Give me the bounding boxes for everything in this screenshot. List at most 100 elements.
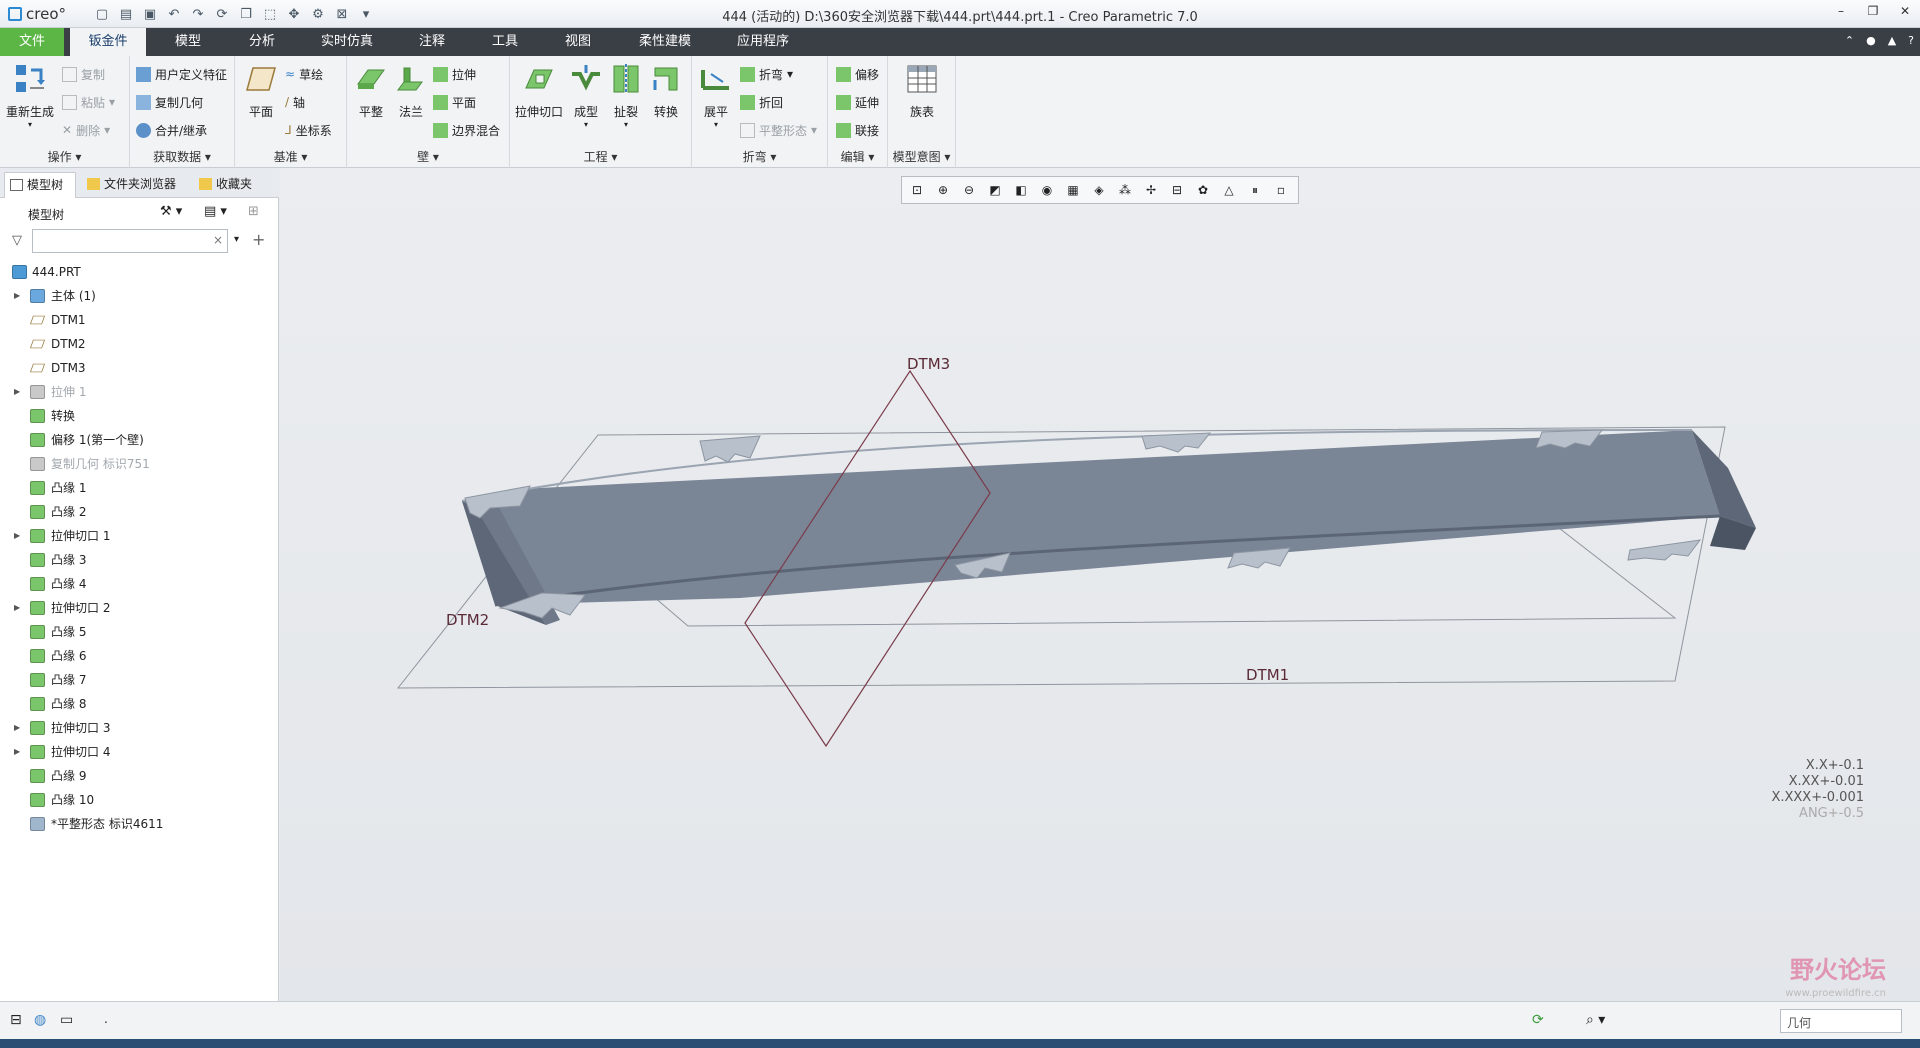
tree-node[interactable]: ▶ 拉伸切口 2 bbox=[0, 596, 279, 620]
tree-node[interactable]: ▶ 主体 (1) bbox=[0, 284, 279, 308]
bend-button[interactable]: 折弯 ▾ bbox=[740, 64, 793, 84]
tab-favorites[interactable]: 收藏夹 bbox=[194, 172, 264, 198]
clear-search-icon[interactable]: × bbox=[213, 233, 223, 247]
flat-wall-button[interactable]: 平整 bbox=[349, 62, 393, 120]
group-label-edit[interactable]: 编辑 ▾ bbox=[828, 148, 887, 165]
close-window-icon[interactable]: ⊠ bbox=[332, 4, 352, 24]
regenerate-icon[interactable]: ⟳ bbox=[212, 4, 232, 24]
extrude-wall-button[interactable]: 拉伸 bbox=[433, 64, 476, 84]
help-icon[interactable]: ? bbox=[1908, 34, 1914, 47]
close-button[interactable]: ✕ bbox=[1896, 4, 1914, 18]
tree-node[interactable]: 444.PRT bbox=[0, 260, 279, 284]
merge-inherit-button[interactable]: 合并/继承 bbox=[136, 120, 207, 140]
expand-arrow-icon[interactable]: ▶ bbox=[14, 716, 20, 740]
tree-node[interactable]: 凸缘 2 bbox=[0, 500, 279, 524]
tree-node[interactable]: ▶ 拉伸切口 1 bbox=[0, 524, 279, 548]
new-file-icon[interactable]: ▢ bbox=[92, 4, 112, 24]
offset-button[interactable]: 偏移 bbox=[836, 64, 879, 84]
sheetmetal-part-top[interactable] bbox=[462, 430, 1720, 605]
dtm2-label[interactable]: DTM2 bbox=[446, 611, 489, 629]
tab-annotate[interactable]: 注释 bbox=[400, 28, 464, 56]
extrude-cut-button[interactable]: 拉伸切口 bbox=[514, 62, 564, 120]
tree-search-input[interactable]: × bbox=[32, 229, 228, 253]
axis-button[interactable]: ∕ 轴 bbox=[285, 92, 305, 112]
tree-node[interactable]: ▶ 拉伸 1 bbox=[0, 380, 279, 404]
tree-node[interactable]: 凸缘 8 bbox=[0, 692, 279, 716]
group-label-engineering[interactable]: 工程 ▾ bbox=[510, 148, 691, 165]
tree-show-icon[interactable]: ▤ ▾ bbox=[204, 204, 227, 219]
tab-model-tree[interactable]: 模型树 bbox=[4, 172, 76, 198]
expand-arrow-icon[interactable]: ▶ bbox=[14, 284, 20, 308]
join-button[interactable]: 联接 bbox=[836, 120, 879, 140]
tab-folder-browser[interactable]: 文件夹浏览器 bbox=[82, 172, 186, 198]
bend-back-button[interactable]: 折回 bbox=[740, 92, 783, 112]
form-button[interactable]: 成型 ▾ bbox=[566, 62, 606, 129]
flat-state-button[interactable]: 平整形态 ▾ bbox=[740, 120, 817, 140]
tab-analysis[interactable]: 分析 bbox=[230, 28, 294, 56]
copy-button[interactable]: 复制 bbox=[62, 64, 105, 84]
save-icon[interactable]: ▣ bbox=[140, 4, 160, 24]
tree-node[interactable]: DTM1 bbox=[0, 308, 279, 332]
browser-icon[interactable]: ◍ bbox=[34, 1012, 46, 1030]
tree-node[interactable]: DTM2 bbox=[0, 332, 279, 356]
group-label-wall[interactable]: 壁 ▾ bbox=[347, 148, 509, 165]
tree-node[interactable]: 凸缘 5 bbox=[0, 620, 279, 644]
unbend-button[interactable]: 展平 ▾ bbox=[694, 62, 738, 129]
collapse-ribbon-icon[interactable]: ⌃ bbox=[1845, 34, 1854, 47]
datum-plane-button[interactable]: 平面 bbox=[239, 62, 283, 120]
tree-node[interactable]: 凸缘 7 bbox=[0, 668, 279, 692]
tree-node[interactable]: 凸缘 3 bbox=[0, 548, 279, 572]
delete-button[interactable]: ✕ 删除 ▾ bbox=[62, 120, 110, 140]
convert-button[interactable]: 转换 bbox=[646, 62, 686, 120]
user-icon[interactable]: ● bbox=[1866, 34, 1876, 47]
maximize-button[interactable]: ❐ bbox=[1864, 4, 1882, 18]
selection-filter-select[interactable]: 几何 bbox=[1780, 1009, 1902, 1033]
open-file-icon[interactable]: ▤ bbox=[116, 4, 136, 24]
tree-settings-icon[interactable]: ⚒ ▾ bbox=[160, 204, 182, 219]
dtm1-label[interactable]: DTM1 bbox=[1246, 666, 1289, 684]
dtm3-label[interactable]: DTM3 bbox=[907, 355, 950, 373]
model-viewport[interactable]: DTM3 DTM2 DTM1 bbox=[280, 168, 1920, 1001]
move-icon[interactable]: ✥ bbox=[284, 4, 304, 24]
tree-node[interactable]: DTM3 bbox=[0, 356, 279, 380]
tab-model[interactable]: 模型 bbox=[156, 28, 220, 56]
tree-node[interactable]: 凸缘 9 bbox=[0, 764, 279, 788]
copy-geometry-button[interactable]: 复制几何 bbox=[136, 92, 203, 112]
expand-arrow-icon[interactable]: ▶ bbox=[14, 524, 20, 548]
planar-wall-button[interactable]: 平面 bbox=[433, 92, 476, 112]
tree-node[interactable]: 凸缘 6 bbox=[0, 644, 279, 668]
expand-arrow-icon[interactable]: ▶ bbox=[14, 596, 20, 620]
rip-button[interactable]: 扯裂 ▾ bbox=[606, 62, 646, 129]
group-label-bend[interactable]: 折弯 ▾ bbox=[692, 148, 827, 165]
extend-button[interactable]: 延伸 bbox=[836, 92, 879, 112]
tab-file[interactable]: 文件 bbox=[0, 28, 64, 56]
group-label-operations[interactable]: 操作 ▾ bbox=[0, 148, 129, 165]
tab-view[interactable]: 视图 bbox=[546, 28, 610, 56]
sketch-button[interactable]: ≈ 草绘 bbox=[285, 64, 323, 84]
expand-arrow-icon[interactable]: ▶ bbox=[14, 740, 20, 764]
family-table-button[interactable]: 族表 bbox=[900, 62, 944, 120]
customize-toolbar-icon[interactable]: ▾ bbox=[356, 4, 376, 24]
fullscreen-icon[interactable]: ▭ bbox=[60, 1012, 73, 1030]
group-label-datum[interactable]: 基准 ▾ bbox=[235, 148, 346, 165]
paste-button[interactable]: 粘贴 ▾ bbox=[62, 92, 115, 112]
minimize-button[interactable]: – bbox=[1832, 4, 1850, 18]
tree-node[interactable]: 复制几何 标识751 bbox=[0, 452, 279, 476]
redo-icon[interactable]: ↷ bbox=[188, 4, 208, 24]
tab-sheetmetal[interactable]: 钣金件 bbox=[70, 28, 146, 56]
tree-node[interactable]: 凸缘 10 bbox=[0, 788, 279, 812]
tree-node[interactable]: 凸缘 4 bbox=[0, 572, 279, 596]
tree-node[interactable]: 凸缘 1 bbox=[0, 476, 279, 500]
add-filter-icon[interactable]: + bbox=[252, 230, 265, 249]
windows-icon[interactable]: ❐ bbox=[236, 4, 256, 24]
tree-filter-icon[interactable]: ⊞ bbox=[248, 204, 259, 219]
tree-node[interactable]: *平整形态 标识4611 bbox=[0, 812, 279, 836]
group-label-model-intent[interactable]: 模型意图 ▾ bbox=[888, 148, 955, 165]
udf-button[interactable]: 用户定义特征 bbox=[136, 64, 227, 84]
settings-icon[interactable]: ⚙ bbox=[308, 4, 328, 24]
csys-button[interactable]: ⅃ 坐标系 bbox=[285, 120, 332, 140]
flange-button[interactable]: 法兰 bbox=[389, 62, 433, 120]
tree-node[interactable]: 转换 bbox=[0, 404, 279, 428]
boundary-blend-button[interactable]: 边界混合 bbox=[433, 120, 500, 140]
tree-node[interactable]: 偏移 1(第一个壁) bbox=[0, 428, 279, 452]
